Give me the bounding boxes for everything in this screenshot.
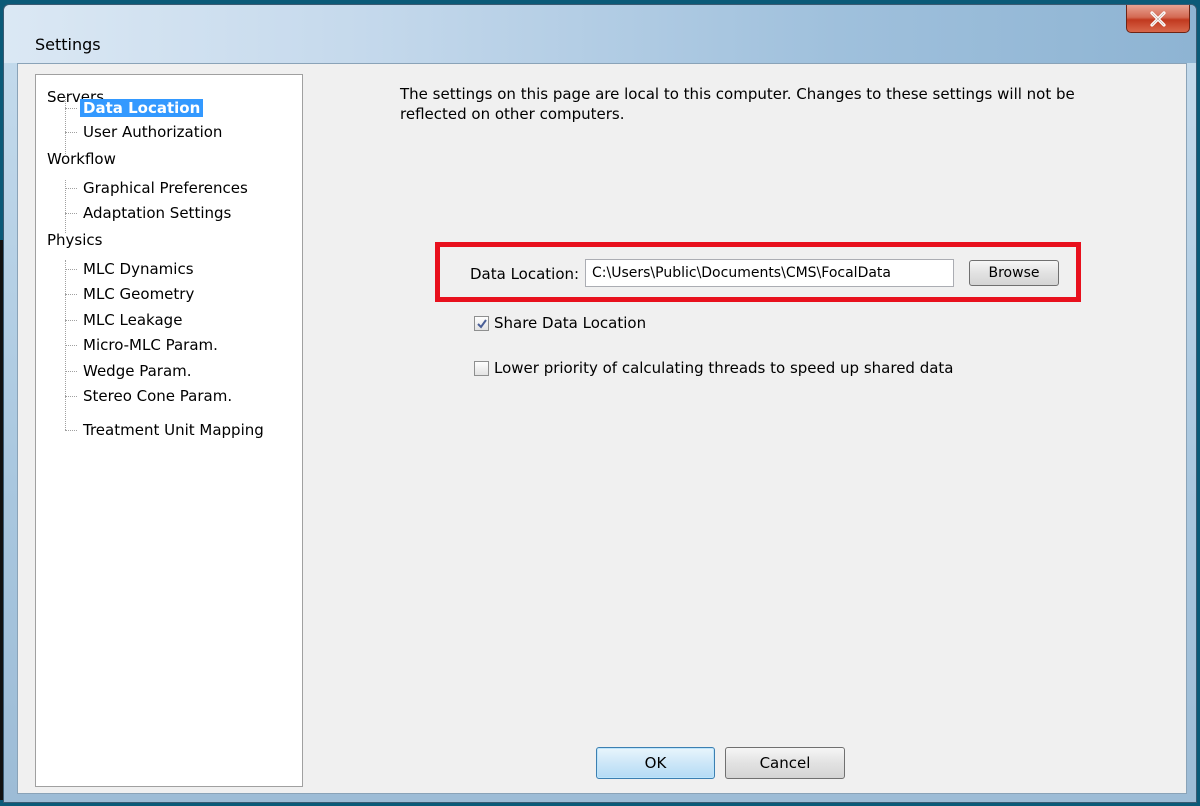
tree-connector	[65, 294, 77, 295]
nav-item-label: MLC Geometry	[83, 285, 195, 303]
tree-connector	[65, 108, 77, 109]
tree-connector	[65, 430, 77, 431]
lower-priority-row[interactable]: Lower priority of calculating threads to…	[474, 358, 954, 378]
checkmark-icon	[477, 318, 487, 329]
tree-connector	[65, 269, 77, 270]
nav-item-label: User Authorization	[83, 123, 223, 141]
tree-connector	[65, 188, 77, 189]
nav-item-graphical-preferences[interactable]: Graphical Preferences	[80, 177, 251, 199]
share-data-location-checkbox[interactable]	[474, 315, 489, 331]
close-button[interactable]	[1126, 5, 1190, 33]
tree-connector	[65, 213, 77, 214]
nav-item-data-location[interactable]: Data Location	[80, 97, 204, 119]
close-icon	[1150, 10, 1166, 27]
dialog-client-area: Servers Data Location User Authorization…	[17, 63, 1187, 794]
window-title: Settings	[35, 35, 101, 54]
nav-item-user-authorization[interactable]: User Authorization	[80, 121, 225, 143]
tree-connector	[65, 132, 77, 133]
nav-item-mlc-geometry[interactable]: MLC Geometry	[80, 283, 197, 305]
nav-group-physics[interactable]: Physics	[47, 229, 102, 251]
browse-button[interactable]: Browse	[969, 260, 1059, 286]
share-data-location-label: Share Data Location	[494, 314, 647, 332]
nav-item-label: Adaptation Settings	[83, 204, 232, 222]
tree-connector	[65, 371, 77, 372]
share-data-location-row[interactable]: Share Data Location	[474, 313, 646, 333]
settings-nav-tree[interactable]: Servers Data Location User Authorization…	[35, 74, 303, 787]
nav-item-label: Wedge Param.	[83, 362, 192, 380]
ok-button[interactable]: OK	[596, 747, 715, 779]
nav-item-label: Data Location	[80, 99, 204, 117]
nav-item-label: MLC Dynamics	[83, 260, 194, 278]
data-location-label: Data Location:	[470, 265, 580, 283]
nav-item-treatment-unit-mapping[interactable]: Treatment Unit Mapping	[80, 419, 267, 441]
title-bar[interactable]: Settings	[4, 5, 1196, 63]
lower-priority-label: Lower priority of calculating threads to…	[494, 359, 954, 377]
nav-item-label: Graphical Preferences	[83, 179, 248, 197]
tree-connector	[65, 320, 77, 321]
tree-connector	[65, 396, 77, 397]
nav-group-workflow[interactable]: Workflow	[47, 148, 116, 170]
nav-item-micro-mlc-param[interactable]: Micro-MLC Param.	[80, 334, 221, 356]
nav-item-label: Treatment Unit Mapping	[83, 421, 264, 439]
nav-item-adaptation-settings[interactable]: Adaptation Settings	[80, 202, 234, 224]
nav-item-label: MLC Leakage	[83, 311, 183, 329]
nav-item-mlc-leakage[interactable]: MLC Leakage	[80, 309, 185, 331]
nav-item-label: Stereo Cone Param.	[83, 387, 233, 405]
nav-group-label: Physics	[47, 231, 103, 249]
nav-item-wedge-param[interactable]: Wedge Param.	[80, 360, 195, 382]
page-description: The settings on this page are local to t…	[400, 84, 1140, 124]
nav-item-mlc-dynamics[interactable]: MLC Dynamics	[80, 258, 197, 280]
data-location-input[interactable]	[585, 259, 954, 287]
description-line: reflected on other computers.	[400, 105, 625, 123]
nav-item-label: Micro-MLC Param.	[83, 336, 218, 354]
lower-priority-checkbox[interactable]	[474, 360, 489, 376]
settings-dialog: Settings Servers Data Location User Auth…	[3, 4, 1197, 803]
nav-group-label: Workflow	[47, 150, 116, 168]
nav-item-stereo-cone-param[interactable]: Stereo Cone Param.	[80, 385, 235, 407]
description-line: The settings on this page are local to t…	[400, 85, 1075, 103]
tree-connector	[65, 345, 77, 346]
cancel-button[interactable]: Cancel	[725, 747, 845, 779]
